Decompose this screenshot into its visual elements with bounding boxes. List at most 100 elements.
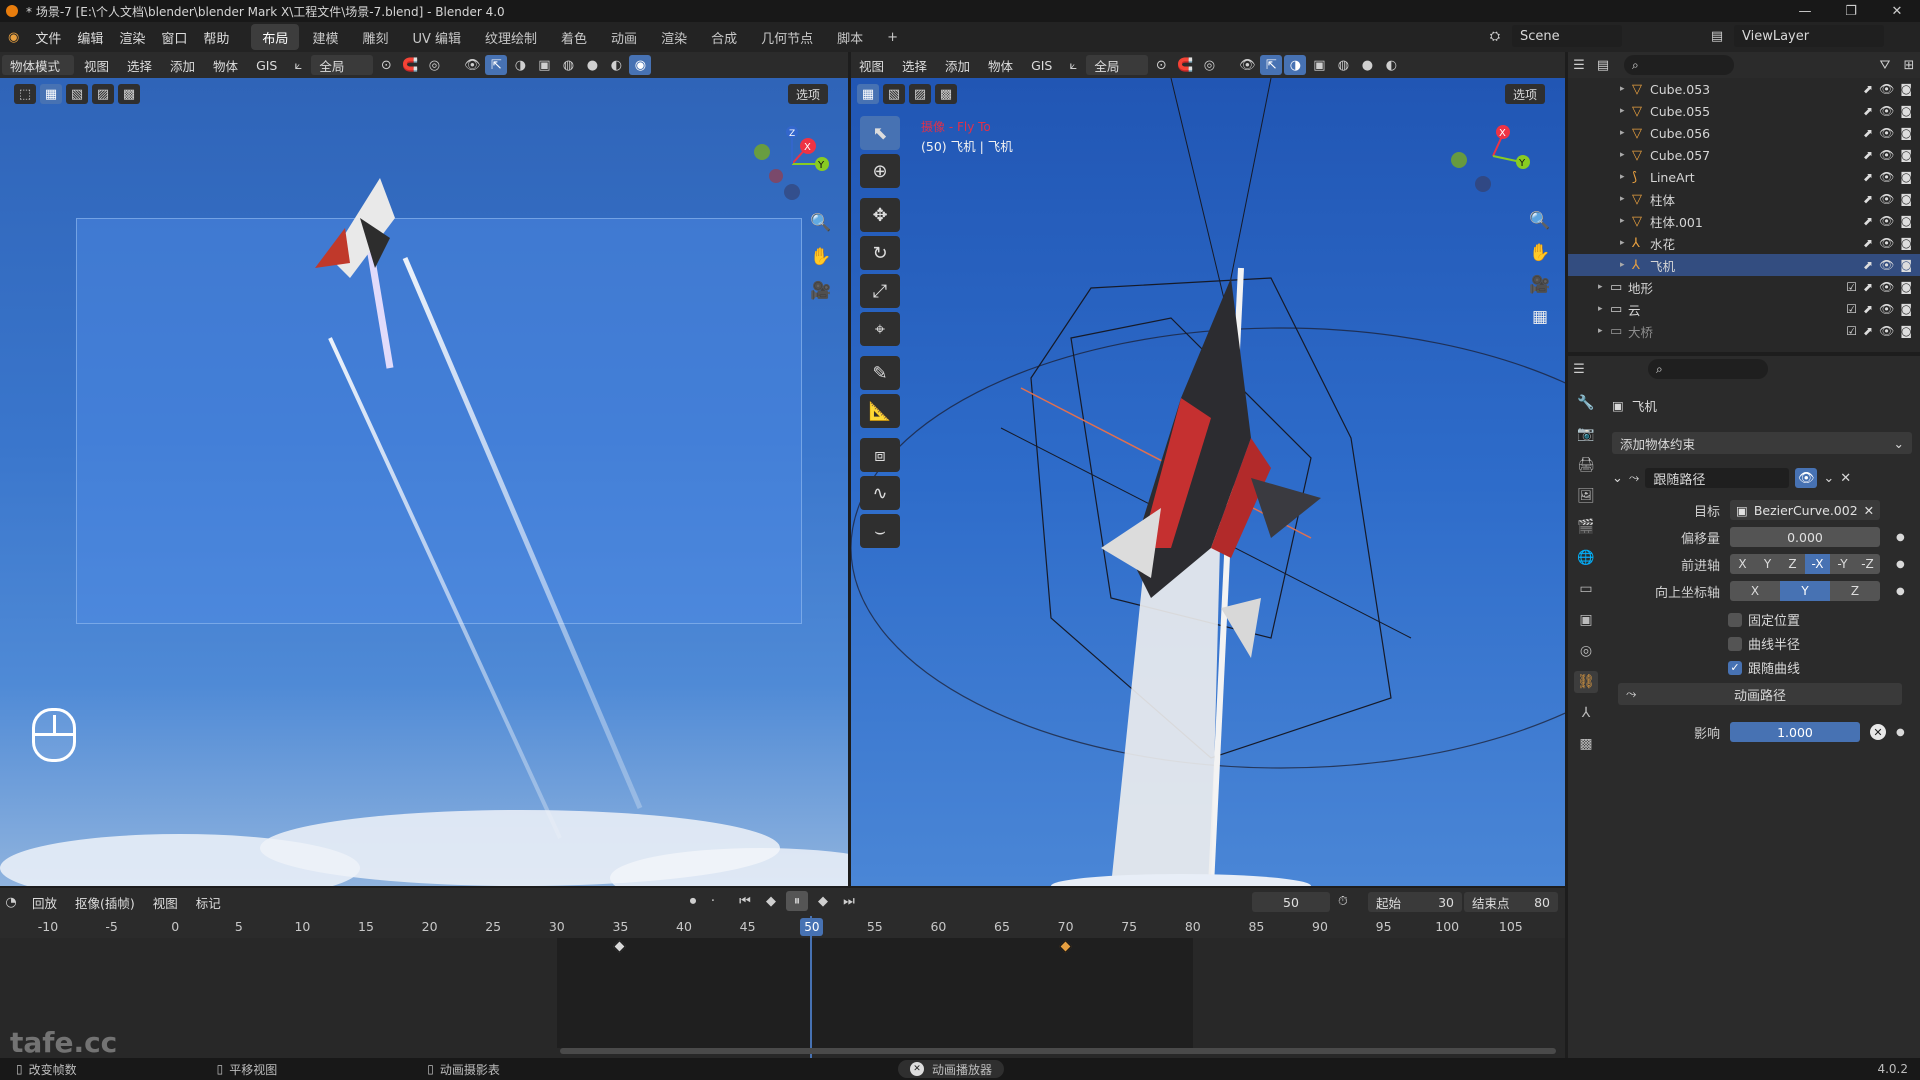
up-axis-z[interactable]: Z <box>1830 581 1880 601</box>
annotate-tool-icon[interactable]: ✎ <box>860 356 900 390</box>
outliner-row-selected[interactable]: ▸ ⅄ 飞机 ⬈ 👁 ◙ <box>1568 254 1920 276</box>
select-arrow-icon[interactable]: ⬈ <box>1863 280 1873 294</box>
zoom-icon[interactable]: 🔍 <box>806 208 836 238</box>
render-tab-icon[interactable]: 📷 <box>1574 423 1598 445</box>
follow-curve-checkbox[interactable]: ✓ 跟随曲线 <box>1728 658 1800 677</box>
select-arrow-icon[interactable]: ⬈ <box>1863 214 1873 228</box>
select-arrow-icon[interactable]: ⬈ <box>1863 104 1873 118</box>
prev-keyframe-icon[interactable]: ◆ <box>760 891 782 911</box>
timeline-menu-keying[interactable]: 抠像(插帧) <box>67 891 143 913</box>
outliner-row[interactable]: ▸ ▽ 柱体 ⬈ 👁 ◙ <box>1568 188 1920 210</box>
data-tab-icon[interactable]: ⅄ <box>1574 702 1598 724</box>
right-pivot-icon[interactable]: ⊙ <box>1150 55 1172 75</box>
current-frame-field[interactable]: 50 <box>1252 892 1330 912</box>
menu-edit[interactable]: 编辑 <box>69 22 111 52</box>
left-menu-add[interactable]: 添加 <box>162 54 203 76</box>
right-menu-select[interactable]: 选择 <box>894 54 935 76</box>
right-visibility-icon[interactable]: 👁 <box>1236 55 1258 75</box>
playhead-frame-label[interactable]: 50 <box>800 918 824 936</box>
select-arrow-icon[interactable]: ⬈ <box>1863 324 1873 338</box>
select-arrow-icon[interactable]: ⬈ <box>1863 192 1873 206</box>
eye-icon[interactable]: 👁 <box>1879 302 1894 316</box>
influence-slider[interactable]: 1.000 <box>1730 722 1860 742</box>
outliner-row[interactable]: ▸ ⟆ LineArt ⬈ 👁 ◙ <box>1568 166 1920 188</box>
add-workspace-button[interactable]: + <box>876 24 909 50</box>
object-tab-icon[interactable]: ▣ <box>1574 609 1598 631</box>
right-axis-gizmo[interactable]: X Y <box>1451 116 1541 206</box>
tab-texture-paint[interactable]: 纹理绘制 <box>474 24 548 50</box>
eye-icon[interactable]: 👁 <box>1879 236 1894 250</box>
move-tool-icon[interactable]: ✥ <box>860 198 900 232</box>
eye-icon[interactable]: 👁 <box>1879 104 1894 118</box>
start-frame-field[interactable]: 起始 30 <box>1368 892 1462 912</box>
left-axis-gizmo[interactable]: X Y Z <box>740 116 830 206</box>
output-tab-icon[interactable]: 🖨 <box>1574 454 1598 476</box>
curve-pen-tool-icon[interactable]: ⌣ <box>860 514 900 548</box>
select-tool-icon[interactable]: ⬉ <box>860 116 900 150</box>
close-window-button[interactable]: ✕ <box>1874 0 1920 22</box>
menu-render[interactable]: 渲染 <box>111 22 153 52</box>
camera-view-icon[interactable]: 🎥 <box>806 276 836 306</box>
camera-render-icon[interactable]: ◙ <box>1900 302 1912 316</box>
select-arrow-icon[interactable]: ⬈ <box>1863 82 1873 96</box>
constraint-tab-icon[interactable]: ⛓ <box>1574 671 1598 693</box>
outliner-row[interactable]: ▸ ▭ 大桥 ☑ ⬈ 👁 ◙ <box>1568 320 1920 342</box>
outliner-display-mode-icon[interactable]: ▤ <box>1592 55 1614 75</box>
right-shading-wireframe-icon[interactable]: ◍ <box>1332 55 1354 75</box>
timeline-area[interactable]: -10 -5 0 5 10 15 20 25 30 35 40 45 50 55 60 65 70 75 80 85 9… <box>0 916 1565 1059</box>
camera-render-icon[interactable]: ◙ <box>1900 170 1912 184</box>
scene-name[interactable]: Scene <box>1512 25 1622 47</box>
outliner-row[interactable]: ▸ ▽ Cube.057 ⬈ 👁 ◙ <box>1568 144 1920 166</box>
select-arrow-icon[interactable]: ⬈ <box>1863 170 1873 184</box>
jump-end-icon[interactable]: ⏭ <box>838 891 860 911</box>
left-menu-object[interactable]: 物体 <box>205 54 246 76</box>
proportional-edit-icon[interactable]: ◎ <box>423 55 445 75</box>
outliner-search-icon[interactable]: ⌕ <box>1624 55 1734 75</box>
include-checkbox-icon[interactable]: ☑ <box>1846 324 1857 338</box>
left-viewport[interactable]: ⬚ ▦ ▧ ▨ ▩ 选项 X Y Z 🔍 ✋ 🎥 <box>0 78 848 886</box>
camera-render-icon[interactable]: ◙ <box>1900 236 1912 250</box>
eye-icon[interactable]: 👁 <box>1879 148 1894 162</box>
up-axis-x[interactable]: X <box>1730 581 1780 601</box>
keyframe-dot-icon[interactable]: ● <box>1896 532 1905 543</box>
record-icon[interactable]: ⏺ <box>682 891 704 911</box>
camera-render-icon[interactable]: ◙ <box>1900 104 1912 118</box>
forward-axis-y[interactable]: Y <box>1755 554 1780 574</box>
right-pan-hand-icon[interactable]: ✋ <box>1525 238 1555 268</box>
pivot-icon[interactable]: ⊙ <box>375 55 397 75</box>
cursor-tool-icon[interactable]: ⊕ <box>860 154 900 188</box>
right-snap-icon[interactable]: 🧲 <box>1174 55 1196 75</box>
right-menu-view[interactable]: 视图 <box>851 54 892 76</box>
right-viewport[interactable]: ▦ ▧ ▨ ▩ 选项 摄像 - Fly To (50) 飞机 | 飞机 X Y … <box>851 78 1565 886</box>
keyframe-dot-icon[interactable]: ● <box>1896 559 1905 570</box>
world-tab-icon[interactable]: 🌐 <box>1574 547 1598 569</box>
fixed-position-checkbox[interactable]: 固定位置 <box>1728 610 1800 629</box>
eye-icon[interactable]: 👁 <box>1879 192 1894 206</box>
right-gizmo-toggle-icon[interactable]: ⇱ <box>1260 55 1283 75</box>
view-layer-tab-icon[interactable]: 🖼 <box>1574 485 1598 507</box>
tab-layout[interactable]: 布局 <box>251 24 300 50</box>
tab-animation[interactable]: 动画 <box>600 24 648 50</box>
view-layer-selector[interactable]: ▤ ViewLayer <box>1706 25 1884 47</box>
outliner-row[interactable]: ▸ ▽ Cube.053 ⬈ 👁 ◙ <box>1568 78 1920 100</box>
collection-tab-icon[interactable]: ▭ <box>1574 578 1598 600</box>
camera-render-icon[interactable]: ◙ <box>1900 324 1912 338</box>
measure-tool-icon[interactable]: 📐 <box>860 394 900 428</box>
shading-solid-icon[interactable]: ● <box>581 55 603 75</box>
camera-render-icon[interactable]: ◙ <box>1900 126 1912 140</box>
right-transform-orientation-dropdown[interactable]: 全局 <box>1086 55 1149 75</box>
view-layer-name[interactable]: ViewLayer <box>1734 25 1884 47</box>
draw-curve-tool-icon[interactable]: ∿ <box>860 476 900 510</box>
right-shading-solid-icon[interactable]: ● <box>1356 55 1378 75</box>
maximize-button[interactable]: ❐ <box>1828 0 1874 22</box>
outliner-row[interactable]: ▸ ▭ 云 ☑ ⬈ 👁 ◙ <box>1568 298 1920 320</box>
outliner-row[interactable]: ▸ ▽ 柱体.001 ⬈ 👁 ◙ <box>1568 210 1920 232</box>
forward-axis-neg-z[interactable]: -Z <box>1855 554 1880 574</box>
curve-radius-checkbox[interactable]: 曲线半径 <box>1728 634 1800 653</box>
eye-icon[interactable]: 👁 <box>1879 280 1894 294</box>
outliner-row[interactable]: ▸ ▽ Cube.056 ⬈ 👁 ◙ <box>1568 122 1920 144</box>
select-arrow-icon[interactable]: ⬈ <box>1863 258 1873 272</box>
target-field[interactable]: ▣ BezierCurve.002 ✕ <box>1730 500 1880 520</box>
pan-hand-icon[interactable]: ✋ <box>806 242 836 272</box>
camera-render-icon[interactable]: ◙ <box>1900 148 1912 162</box>
